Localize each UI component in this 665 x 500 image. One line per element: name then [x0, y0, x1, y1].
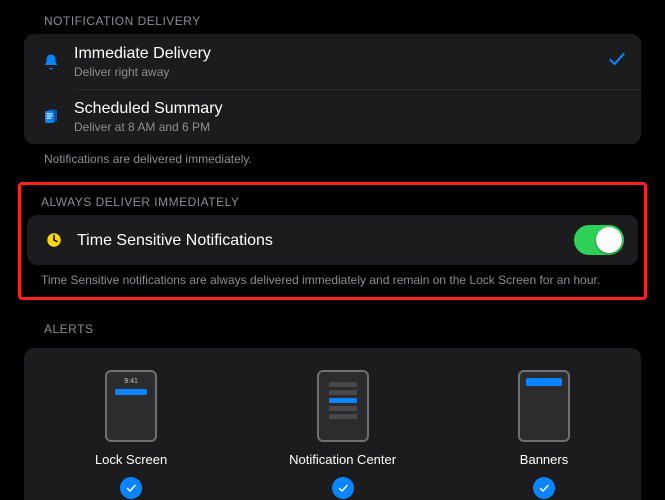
notification-center-label: Notification Center [289, 452, 396, 467]
time-sensitive-title: Time Sensitive Notifications [77, 231, 574, 250]
banners-preview-icon [518, 370, 570, 442]
alert-option-lock-screen[interactable]: 9:41 Lock Screen [95, 370, 167, 499]
immediate-sub: Deliver right away [74, 65, 599, 79]
lock-screen-preview-icon: 9:41 [105, 370, 157, 442]
summary-sub: Deliver at 8 AM and 6 PM [74, 120, 627, 134]
immediate-title: Immediate Delivery [74, 44, 599, 63]
notification-center-preview-icon [317, 370, 369, 442]
clock-icon [41, 231, 67, 249]
alerts-panel: 9:41 Lock Screen Notification Center [24, 348, 641, 500]
alert-option-banners[interactable]: Banners [518, 370, 570, 499]
lock-screen-label: Lock Screen [95, 452, 167, 467]
delivery-panel: Immediate Delivery Deliver right away Sc… [24, 34, 641, 144]
summary-icon [38, 108, 64, 126]
time-sensitive-toggle[interactable] [574, 225, 624, 255]
section-header-alerts: ALERTS [24, 308, 641, 342]
row-immediate-delivery[interactable]: Immediate Delivery Deliver right away [24, 34, 641, 89]
lock-screen-time: 9:41 [111, 378, 151, 385]
row-time-sensitive[interactable]: Time Sensitive Notifications [27, 215, 638, 265]
summary-title: Scheduled Summary [74, 99, 627, 118]
row-scheduled-summary[interactable]: Scheduled Summary Deliver at 8 AM and 6 … [24, 89, 641, 144]
time-sensitive-footer: Time Sensitive notifications are always … [27, 265, 638, 287]
highlight-box: ALWAYS DELIVER IMMEDIATELY Time Sensitiv… [18, 182, 647, 300]
banners-check-icon [533, 477, 555, 499]
bell-icon [38, 53, 64, 71]
notification-center-check-icon [332, 477, 354, 499]
section-header-always: ALWAYS DELIVER IMMEDIATELY [27, 191, 638, 215]
banners-label: Banners [520, 452, 568, 467]
delivery-footer: Notifications are delivered immediately. [24, 144, 641, 166]
checkmark-icon [607, 49, 627, 75]
alert-option-notification-center[interactable]: Notification Center [289, 370, 396, 499]
lock-screen-check-icon [120, 477, 142, 499]
section-header-delivery: NOTIFICATION DELIVERY [24, 0, 641, 34]
